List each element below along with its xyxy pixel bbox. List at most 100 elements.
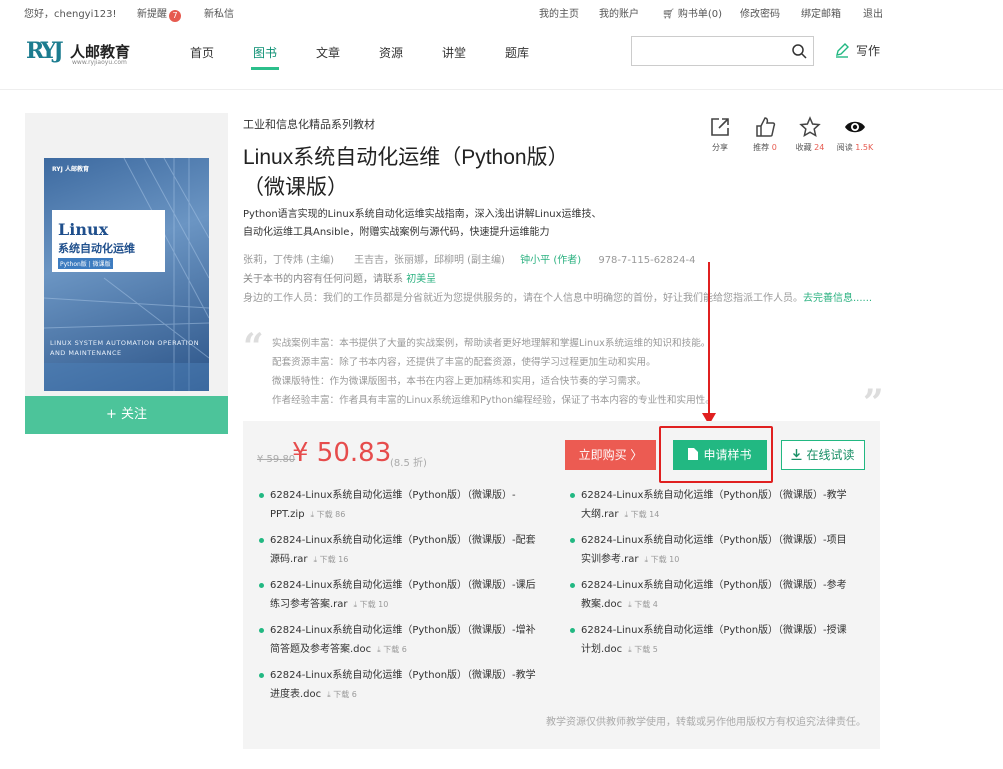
resource-download-count: ⤓ 下载 16 [313, 555, 349, 564]
resource-item[interactable]: 62824-Linux系统自动化运维（Python版）（微课版）-教学进度表.d… [259, 666, 545, 704]
book-actions: 分享 推荐 0 收藏 24 阅读 1.5K [700, 116, 885, 162]
write-button[interactable]: 写作 [834, 42, 880, 59]
eye-icon [845, 121, 865, 133]
workers-line: 身边的工作人员：我们的工作员都是分省就近为您提供服务的，请在个人信息中明确您的首… [243, 290, 883, 307]
resource-name[interactable]: 62824-Linux系统自动化运维（Python版）（微课版）-项目实训参考.… [581, 535, 847, 565]
apply-sample-button[interactable]: 申请样书 [673, 440, 767, 470]
book-authors-line: 张莉，丁传炜 (主编) 王吉吉，张丽娜，邱柳明 (副主编) 钟小平 (作者) 9… [243, 251, 695, 266]
recommend-label: 推荐 [753, 143, 770, 152]
bind-email-link[interactable]: 绑定邮箱 [801, 5, 841, 20]
read-count: 1.5K [855, 143, 874, 152]
nav-articles[interactable]: 文章 [316, 44, 340, 61]
resource-item[interactable]: 62824-Linux系统自动化运维（Python版）（微课版）-课后练习参考答… [259, 576, 545, 614]
bullet-icon [259, 583, 264, 588]
contact-name-link[interactable]: 初美呈 [406, 274, 436, 285]
resource-name[interactable]: 62824-Linux系统自动化运维（Python版）（微课版）-教学进度表.d… [270, 670, 536, 700]
contact-prefix: 关于本书的内容有任何问题，请联系 [243, 274, 403, 285]
apply-sample-label: 申请样书 [703, 448, 752, 462]
favorite-label: 收藏 [795, 143, 812, 152]
share-label: 分享 [712, 143, 728, 152]
resource-item[interactable]: 62824-Linux系统自动化运维（Python版）（微课版）-PPT.zip… [259, 486, 545, 524]
recommend-count: 0 [771, 143, 777, 152]
bullet-icon [259, 493, 264, 498]
resource-item[interactable]: 62824-Linux系统自动化运维（Python版）（微课版）-增补简答题及参… [259, 621, 545, 659]
nav-books[interactable]: 图书 [253, 44, 277, 61]
bullet-icon [570, 538, 575, 543]
current-price: ¥ 50.83 [292, 438, 392, 468]
nav-active-underline [251, 67, 279, 70]
nav-home[interactable]: 首页 [190, 44, 214, 61]
resource-name[interactable]: 62824-Linux系统自动化运维（Python版）（微课版）-教学大纲.ra… [581, 490, 847, 520]
share-action[interactable]: 分享 [700, 116, 740, 153]
online-trial-button[interactable]: 在线试读 [781, 440, 865, 470]
highlight-item: 作者经验丰富：作者具有丰富的Linux系统运维和Python编程经验，保证了书本… [272, 395, 715, 406]
nav-question-bank[interactable]: 题库 [505, 44, 529, 61]
search-input[interactable] [636, 38, 786, 64]
top-bar: 您好，chengyi123! 新提醒 7 新私信 我的主页 我的账户 🛒︎ 购书单… [0, 0, 1003, 22]
resource-name[interactable]: 62824-Linux系统自动化运维（Python版）（微课版）-PPT.zip [270, 490, 516, 520]
close-quote-icon: ” [863, 382, 884, 424]
new-messages-link[interactable]: 新私信 [204, 5, 234, 20]
online-trial-label: 在线试读 [806, 448, 855, 462]
favorite-action[interactable]: 收藏 24 [790, 116, 830, 153]
nav-resources[interactable]: 资源 [379, 44, 403, 61]
bullet-icon [570, 493, 575, 498]
read-label: 阅读 [836, 143, 853, 152]
share-icon [711, 118, 729, 136]
original-price: ¥ 59.80 [257, 454, 296, 465]
resource-item[interactable]: 62824-Linux系统自动化运维（Python版）（微课版）-参考教案.do… [570, 576, 856, 614]
resource-download-count: ⤓ 下载 10 [644, 555, 680, 564]
resource-name[interactable]: 62824-Linux系统自动化运维（Python版）（微课版）-参考教案.do… [581, 580, 847, 610]
buy-now-button[interactable]: 立即购买 〉 [565, 440, 656, 470]
author-link[interactable]: 钟小平 (作者) [520, 255, 581, 266]
resource-item[interactable]: 62824-Linux系统自动化运维（Python版）（微课版）-配套源码.ra… [259, 531, 545, 569]
resource-download-count: ⤓ 下载 6 [327, 690, 357, 699]
header: RYJ 人邮教育 www.ryjiaoyu.com 首页 图书 文章 资源 讲堂… [0, 22, 1003, 90]
cover-title-cn: 系统自动化运维 [58, 242, 135, 255]
resource-name[interactable]: 62824-Linux系统自动化运维（Python版）（微课版）-授课计划.do… [581, 625, 847, 655]
my-account-link[interactable]: 我的账户 [599, 5, 639, 20]
complete-info-link[interactable]: 去完善信息...... [803, 293, 872, 304]
resource-name[interactable]: 62824-Linux系统自动化运维（Python版）（微课版）-课后练习参考答… [270, 580, 536, 610]
open-quote-icon: “ [243, 326, 264, 368]
thumbs-up-icon [756, 117, 776, 137]
copyright-notice: 教学资源仅供教师教学使用，转载或另作他用版权方有权追究法律责任。 [546, 717, 866, 728]
search-icon[interactable] [791, 43, 807, 59]
highlights-list: 实战案例丰富：本书提供了大量的实战案例，帮助读者更好地理解和掌握Linux系统运… [272, 334, 817, 410]
book-series: 工业和信息化精品系列教材 [243, 118, 375, 131]
bullet-icon [259, 673, 264, 678]
annotation-arrow-line [708, 262, 710, 417]
follow-button[interactable]: + 关注 [25, 396, 228, 434]
book-authors: 张莉，丁传炜 (主编) 王吉吉，张丽娜，邱柳明 (副主编) [243, 255, 505, 266]
book-cover-panel: RYJ 人邮教育 Linux 系统自动化运维 Python版 | 微课版 LIN… [25, 113, 228, 398]
greeting: 您好，chengyi123! [24, 9, 117, 20]
search-box [631, 36, 814, 66]
favorite-count: 24 [814, 143, 825, 152]
reminder-count-badge: 7 [169, 10, 181, 22]
resource-download-count: ⤓ 下载 5 [628, 645, 658, 654]
logo-mark: RYJ [26, 38, 64, 64]
resource-item[interactable]: 62824-Linux系统自动化运维（Python版）（微课版）-教学大纲.ra… [570, 486, 856, 524]
resource-item[interactable]: 62824-Linux系统自动化运维（Python版）（微课版）-项目实训参考.… [570, 531, 856, 569]
new-reminders-link[interactable]: 新提醒 7 [137, 5, 181, 22]
highlight-item: 实战案例丰富：本书提供了大量的实战案例，帮助读者更好地理解和掌握Linux系统运… [272, 338, 711, 349]
change-password-link[interactable]: 修改密码 [740, 5, 780, 20]
book-cover-image[interactable]: RYJ 人邮教育 Linux 系统自动化运维 Python版 | 微课版 LIN… [44, 158, 209, 391]
cart-icon: 🛒︎ [662, 9, 678, 20]
cart-link[interactable]: 🛒︎ 购书单(0) [662, 5, 722, 20]
pencil-icon [836, 43, 849, 58]
contact-line: 关于本书的内容有任何问题，请联系 初美呈 [243, 270, 436, 285]
logout-link[interactable]: 退出 [863, 5, 883, 20]
recommend-action[interactable]: 推荐 0 [745, 116, 785, 153]
my-home-link[interactable]: 我的主页 [539, 5, 579, 20]
resource-name[interactable]: 62824-Linux系统自动化运维（Python版）（微课版）-配套源码.ra… [270, 535, 536, 565]
site-logo[interactable]: RYJ 人邮教育 www.ryjiaoyu.com [26, 38, 146, 68]
nav-lectures[interactable]: 讲堂 [442, 44, 466, 61]
book-highlights: “ 实战案例丰富：本书提供了大量的实战案例，帮助读者更好地理解和掌握Linux系… [243, 326, 884, 424]
resource-download-count: ⤓ 下载 6 [377, 645, 407, 654]
bullet-icon [259, 628, 264, 633]
discount-label: (8.5 折) [390, 458, 427, 469]
cover-publisher-mark: RYJ 人邮教育 [52, 166, 89, 173]
resource-item[interactable]: 62824-Linux系统自动化运维（Python版）（微课版）-授课计划.do… [570, 621, 856, 659]
resource-download-count: ⤓ 下载 86 [310, 510, 346, 519]
